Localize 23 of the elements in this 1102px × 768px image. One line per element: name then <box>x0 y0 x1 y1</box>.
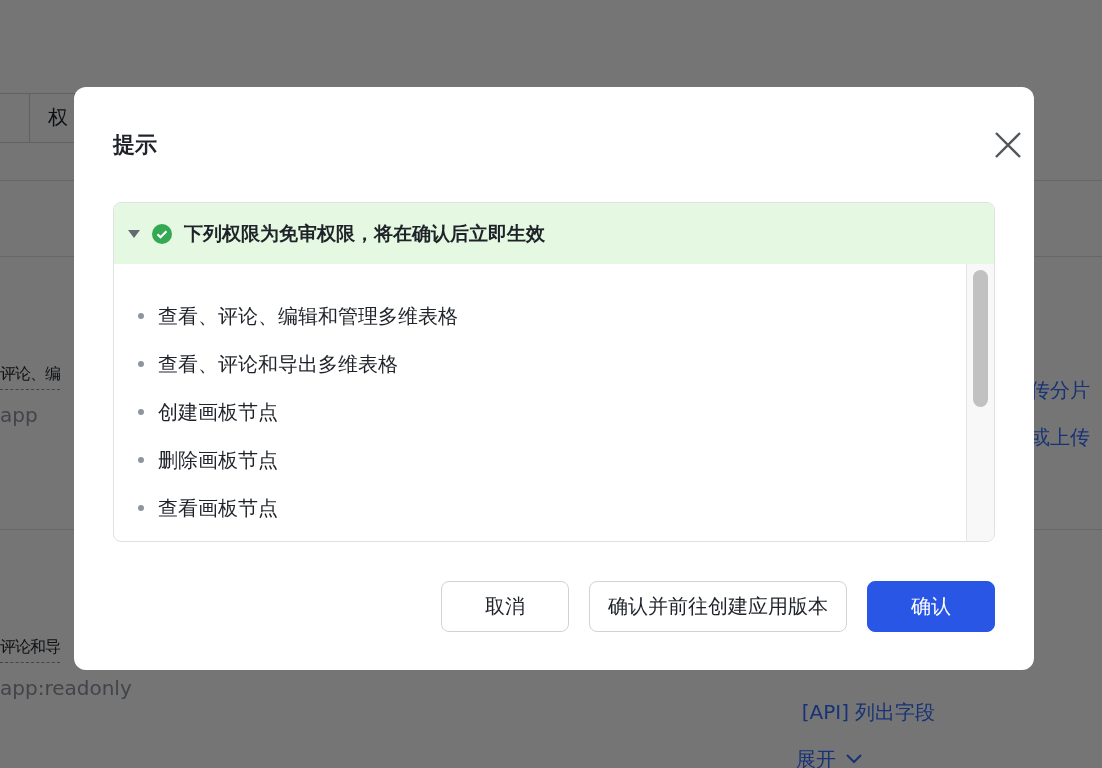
permission-name: 评论和导 <box>0 632 60 663</box>
chevron-down-icon <box>843 753 864 765</box>
permission-item: 创建画板节点 <box>158 398 278 426</box>
confirm-button[interactable]: 确认 <box>867 581 995 632</box>
notice-header[interactable]: 下列权限为免审权限，将在确认后立即生效 <box>114 203 994 264</box>
permission-item: 查看画板节点 <box>158 494 278 522</box>
dialog-button[interactable]: 取消 <box>441 581 569 632</box>
check-circle-icon <box>152 223 172 244</box>
permission-item: 查看、评论和导出多维表格 <box>158 350 398 378</box>
bullet-icon <box>138 409 144 415</box>
bullet-icon <box>138 457 144 463</box>
bullet-icon <box>138 313 144 319</box>
notice-message: 下列权限为免审权限，将在确认后立即生效 <box>184 220 545 246</box>
permission-item: 删除画板节点 <box>158 446 278 474</box>
bullet-icon <box>138 361 144 367</box>
close-icon[interactable] <box>994 131 1022 159</box>
dialog-button[interactable]: 确认并前往创建应用版本 <box>589 581 847 632</box>
bullet-icon <box>138 505 144 511</box>
permission-item: 查看、评论、编辑和管理多维表格 <box>158 302 458 330</box>
dialog-title: 提示 <box>113 131 157 159</box>
permission-name: 评论、编 <box>0 359 60 390</box>
scrollbar[interactable] <box>966 264 994 541</box>
caret-icon <box>128 229 140 238</box>
